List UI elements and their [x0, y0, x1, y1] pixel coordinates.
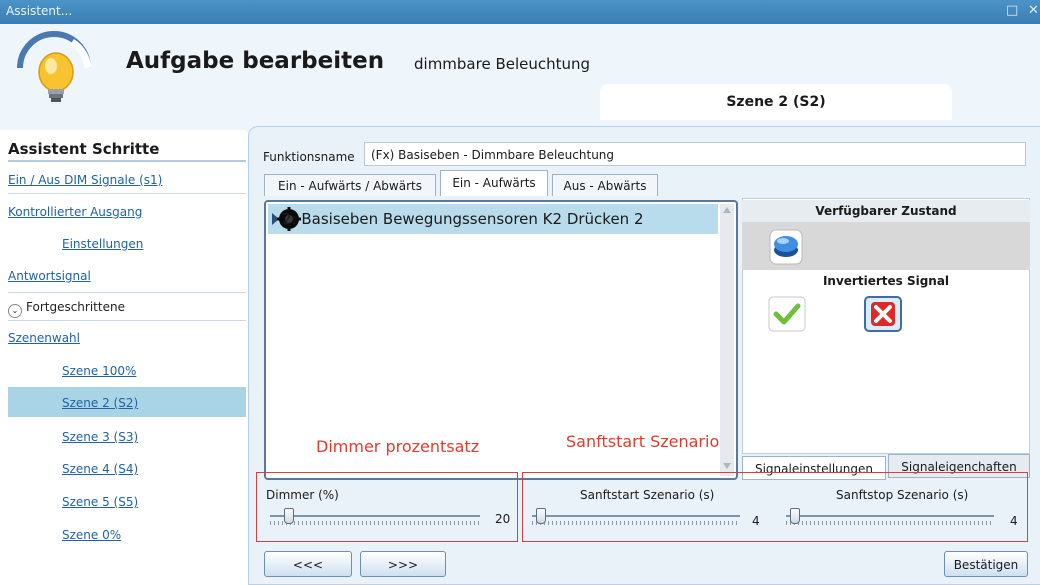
divider [8, 320, 246, 321]
divider [8, 292, 246, 293]
window-title: Assistent... [6, 4, 73, 18]
back-button[interactable]: <<< [264, 551, 352, 577]
page-subtitle: dimmbare Beleuchtung [414, 55, 591, 73]
function-name-field[interactable]: (Fx) Basiseben - Dimmbare Beleuchtung [364, 142, 1026, 166]
slider-thumb[interactable] [284, 508, 294, 524]
sidebar-item-scene-0[interactable]: Szene 0% [62, 528, 121, 542]
checkmark-icon[interactable] [768, 296, 806, 332]
sidebar-item-scene-5[interactable]: Szene 5 (S5) [62, 495, 138, 509]
annotation-box-scenario [522, 472, 1028, 542]
chevron-down-icon: ⌄ [8, 304, 22, 318]
slider-track [270, 515, 480, 517]
close-icon[interactable]: ✕ [1028, 3, 1039, 18]
page-title: Aufgabe bearbeiten [126, 48, 385, 74]
tab-on-up[interactable]: Ein - Aufwärts [440, 170, 548, 196]
dimmer-label: Dimmer (%) [266, 488, 339, 502]
sidebar-item-scene-select[interactable]: Szenenwahl [8, 331, 80, 345]
slider-thumb[interactable] [790, 508, 800, 524]
sidebar-item-response[interactable]: Antwortsignal [8, 269, 91, 283]
push-button-icon[interactable] [768, 226, 804, 266]
sidebar-title: Assistent Schritte [8, 140, 160, 158]
sidebar-item-scene-2[interactable]: Szene 2 (S2) [62, 396, 138, 410]
confirm-button[interactable]: Bestätigen [944, 551, 1028, 577]
sidebar-item-scene-3[interactable]: Szene 3 (S3) [62, 430, 138, 444]
sidebar-item-scene-4[interactable]: Szene 4 (S4) [62, 462, 138, 476]
softstop-value: 4 [1010, 514, 1018, 528]
list-item-label: 2: Basiseben Bewegungssensoren K2 Drücke… [282, 210, 644, 228]
sidebar-item-settings[interactable]: Einstellungen [62, 237, 143, 251]
sidebar [0, 130, 246, 583]
annotation-box-dimmer [256, 472, 518, 542]
slider-ticks [532, 521, 740, 525]
slider-ticks [270, 521, 480, 525]
annotation-dimmer: Dimmer prozentsatz [316, 437, 480, 456]
cross-icon[interactable] [864, 296, 902, 332]
tab-on-up-down[interactable]: Ein - Aufwärts / Abwärts [264, 174, 436, 196]
next-button[interactable]: >>> [360, 551, 446, 577]
scroll-down-icon[interactable] [722, 462, 732, 470]
sidebar-item-scene-100[interactable]: Szene 100% [62, 364, 136, 378]
slider-track [786, 515, 994, 517]
available-state-header: Verfügbarer Zustand [742, 200, 1030, 222]
softstart-label: Sanftstart Szenario (s) [580, 488, 715, 502]
softstop-slider[interactable] [786, 508, 994, 528]
slider-track [532, 515, 740, 517]
window-titlebar: Assistent... □ ✕ [0, 0, 1040, 24]
lightbulb-icon [17, 31, 92, 102]
divider [8, 193, 246, 194]
annotation-softstart: Sanftstart Szenario [566, 432, 720, 451]
maximize-icon[interactable]: □ [1006, 3, 1018, 18]
dimmer-slider[interactable] [270, 508, 480, 528]
list-scrollbar[interactable] [720, 204, 734, 476]
advanced-toggle[interactable]: ⌄ Fortgeschrittene [8, 300, 125, 318]
scene-tab[interactable]: Szene 2 (S2) [600, 84, 952, 120]
tab-off-down[interactable]: Aus - Abwärts [552, 174, 658, 196]
function-name-label: Funktionsname [263, 150, 355, 164]
inverted-signal-header: Invertiertes Signal [822, 274, 950, 288]
slider-thumb[interactable] [536, 508, 546, 524]
slider-ticks [786, 521, 994, 525]
sidebar-item-signals[interactable]: Ein / Aus DIM Signale (s1) [8, 173, 162, 187]
sidebar-item-output[interactable]: Kontrollierter Ausgang [8, 205, 142, 219]
dimmer-value: 20 [495, 512, 511, 526]
softstop-label: Sanftstop Szenario (s) [836, 488, 969, 502]
softstart-slider[interactable] [532, 508, 740, 528]
scroll-up-icon[interactable] [722, 206, 732, 214]
softstart-value: 4 [752, 514, 760, 528]
sidebar-divider [8, 160, 246, 162]
advanced-label: Fortgeschrittene [26, 300, 125, 314]
